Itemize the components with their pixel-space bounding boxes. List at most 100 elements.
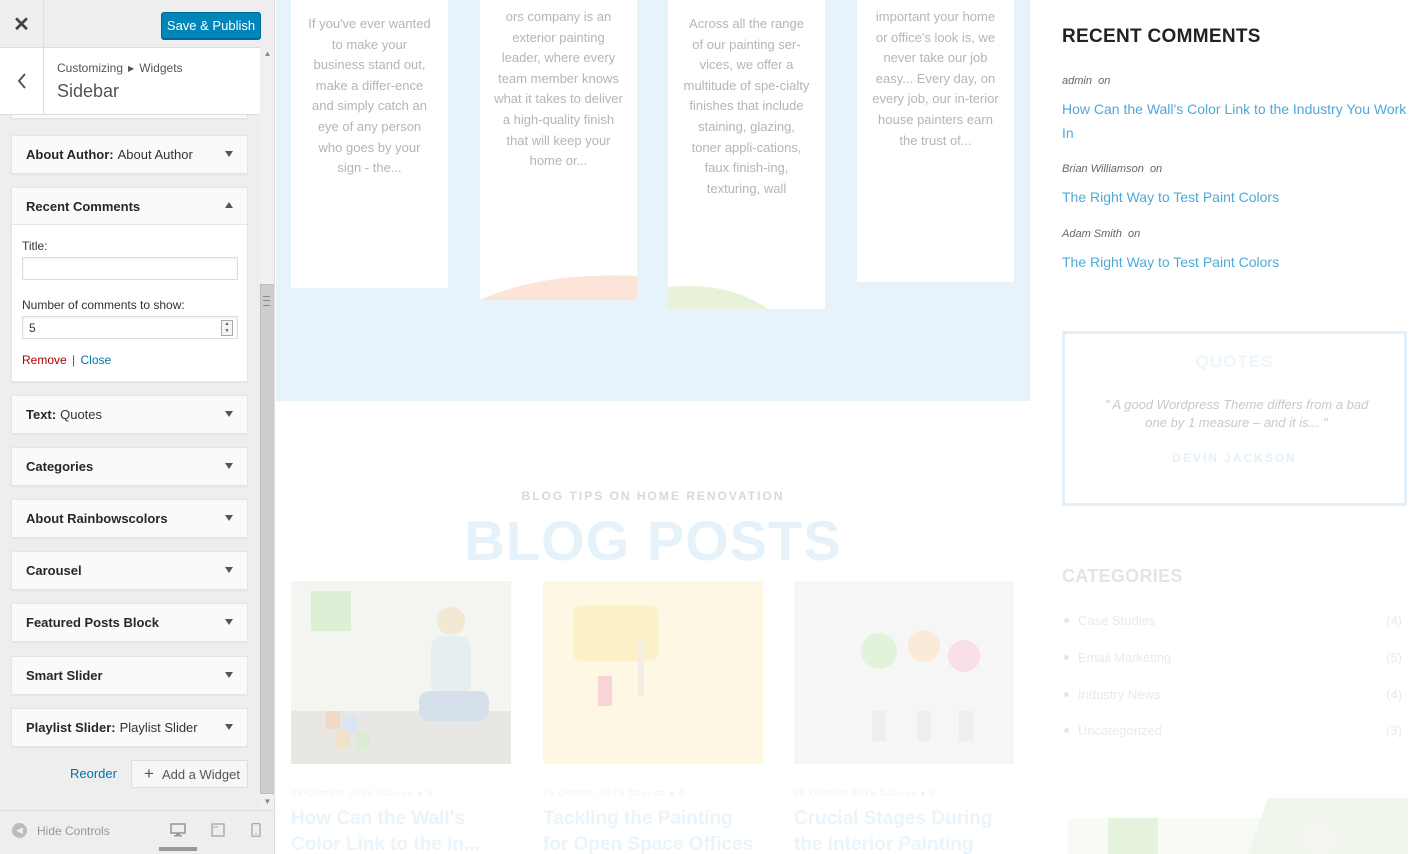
post-thumbnail[interactable] [543, 581, 763, 764]
widget-title: Featured Posts Block [26, 615, 159, 630]
bullet-icon [1064, 618, 1069, 623]
widget-header[interactable]: Playlist Slider: Playlist Slider [12, 709, 247, 746]
tablet-preview-icon[interactable] [210, 823, 226, 837]
expand-arrow-icon[interactable] [225, 151, 233, 157]
scroll-down-icon[interactable]: ▼ [260, 796, 274, 808]
plus-icon: + [144, 764, 154, 783]
widget-text-quotes[interactable]: Text: Quotes [11, 395, 248, 434]
post-thumbnail[interactable] [794, 581, 1014, 764]
widgets-list: About Author: About Author Recent Comment… [0, 115, 260, 805]
add-widget-label: Add a Widget [161, 766, 240, 782]
category-item[interactable]: Industry News (4) [1064, 687, 1404, 702]
comment-author: admin on [1062, 75, 1111, 87]
widget-form: Title: Number of comments to show: 5 ▲ ▼… [12, 225, 247, 379]
bullet-icon [1064, 655, 1069, 660]
category-item[interactable]: Case Studies (4) [1064, 613, 1404, 628]
breadcrumb-section: Widgets [139, 61, 183, 75]
stepper-up-icon[interactable]: ▲ [222, 321, 232, 328]
hide-controls-label: Hide Controls [37, 823, 110, 838]
panel-header: Customizing ▶ Widgets Sidebar [0, 48, 260, 115]
widget-header[interactable]: About Rainbowscolors [12, 500, 247, 537]
close-widget-link[interactable]: Close [81, 353, 112, 367]
widget-title: Categories [26, 459, 94, 474]
expand-arrow-icon[interactable] [225, 672, 233, 678]
customizer-footer: ◀ Hide Controls [0, 810, 274, 854]
post-meta: 25 October 2016 Davi-ss ● 0 [291, 788, 433, 798]
title-field-label: Title: [22, 239, 48, 253]
comment-post-link[interactable]: How Can the Wall's Color Link to the Ind… [1062, 97, 1407, 145]
widget-featured-posts-block[interactable]: Featured Posts Block [11, 603, 248, 642]
widget-header[interactable]: About Author: About Author [12, 136, 247, 173]
scroll-up-icon[interactable]: ▲ [260, 48, 274, 60]
scrollbar-grip-icon [263, 296, 270, 306]
category-item[interactable]: Uncategorized (3) [1064, 723, 1404, 738]
widget-subtitle: Playlist Slider [119, 720, 198, 735]
widget-header[interactable]: Text: Quotes [12, 396, 247, 433]
service-card: important your home or office's look is,… [857, 0, 1014, 282]
mobile-preview-icon[interactable] [248, 823, 264, 837]
recent-comments-heading: RECENT COMMENTS [1062, 26, 1261, 47]
comment-post-link[interactable]: The Right Way to Test Paint Colors [1062, 250, 1407, 274]
decorative-wave [668, 285, 768, 309]
widget-header[interactable]: Recent Comments [12, 188, 247, 225]
widget-carousel[interactable]: Carousel [11, 551, 248, 590]
widget-header[interactable]: Featured Posts Block [12, 604, 247, 641]
post-title-link[interactable]: How Can the Wall's Color Link to the In.… [291, 806, 511, 854]
widget-recent-comments[interactable]: Recent Comments Title: Number of comment… [11, 187, 248, 382]
post-thumbnail[interactable] [291, 581, 511, 764]
expand-arrow-icon[interactable] [225, 619, 233, 625]
desktop-preview-icon[interactable] [170, 823, 186, 837]
save-publish-button[interactable]: Save & Publish [161, 12, 261, 39]
widget-title: About Author: [26, 147, 114, 162]
post-title-link[interactable]: Tackling the Painting for Open Space Off… [543, 806, 763, 854]
chevron-left-icon [17, 73, 26, 89]
widget-partial-top [11, 115, 248, 119]
widget-header[interactable]: Smart Slider [12, 657, 247, 694]
number-stepper[interactable]: ▲ ▼ [221, 320, 233, 336]
customizer-sidebar: ✕ Save & Publish Customizing ▶ Widgets Sid… [0, 0, 275, 854]
comment-post-link[interactable]: The Right Way to Test Paint Colors [1062, 185, 1407, 209]
quote-author: DEVIN JACKSON [1172, 451, 1297, 465]
title-field[interactable] [22, 257, 238, 280]
scrollbar-thumb[interactable] [260, 284, 274, 794]
post-title-link[interactable]: Crucial Stages During the Interior Paint… [794, 806, 1014, 854]
hide-controls-button[interactable]: ◀ Hide Controls [12, 823, 110, 838]
blog-title: BLOG POSTS [464, 509, 842, 572]
panel-scrollbar[interactable]: ▲ ▼ [260, 48, 274, 808]
comment-author: Adam Smith on [1062, 228, 1141, 240]
expand-arrow-icon[interactable] [225, 567, 233, 573]
widget-playlist-slider[interactable]: Playlist Slider: Playlist Slider [11, 708, 248, 747]
reorder-widgets-link[interactable]: Reorder [70, 766, 117, 781]
close-customizer-button[interactable]: ✕ [0, 0, 44, 48]
widget-subtitle: About Author [117, 147, 193, 162]
widget-categories[interactable]: Categories [11, 447, 248, 486]
remove-widget-link[interactable]: Remove [22, 353, 67, 367]
service-excerpt: If you've ever wanted to make your busin… [308, 16, 431, 176]
back-button[interactable] [0, 48, 44, 114]
expand-arrow-icon[interactable] [225, 515, 233, 521]
number-field-label: Number of comments to show: [22, 298, 185, 312]
service-excerpt: Across all the range of our painting ser… [683, 16, 810, 196]
collapse-arrow-icon[interactable] [225, 202, 233, 208]
decorative-wave [480, 275, 637, 300]
service-card: ors company is an exterior painting lead… [480, 0, 637, 300]
number-of-comments-input[interactable]: 5 ▲ ▼ [22, 316, 238, 339]
widget-about-author[interactable]: About Author: About Author [11, 135, 248, 174]
stepper-down-icon[interactable]: ▼ [222, 328, 232, 335]
widget-smart-slider[interactable]: Smart Slider [11, 656, 248, 695]
expand-arrow-icon[interactable] [225, 724, 233, 730]
widget-about-rainbowscolors[interactable]: About Rainbowscolors [11, 499, 248, 538]
widget-title: Playlist Slider: [26, 720, 116, 735]
post-meta: 25 October 2016 Davi-ss ● 0 [794, 788, 936, 798]
expand-arrow-icon[interactable] [225, 411, 233, 417]
widget-header[interactable]: Carousel [12, 552, 247, 589]
breadcrumb: Customizing ▶ Widgets [57, 61, 183, 75]
widget-title: Carousel [26, 563, 82, 578]
expand-arrow-icon[interactable] [225, 463, 233, 469]
category-item[interactable]: Email Marketing (5) [1064, 650, 1404, 665]
number-value: 5 [29, 321, 36, 335]
widget-header[interactable]: Categories [12, 448, 247, 485]
add-widget-button[interactable]: + Add a Widget [131, 760, 248, 788]
service-card: If you've ever wanted to make your busin… [291, 0, 448, 288]
breadcrumb-root: Customizing [57, 61, 124, 75]
